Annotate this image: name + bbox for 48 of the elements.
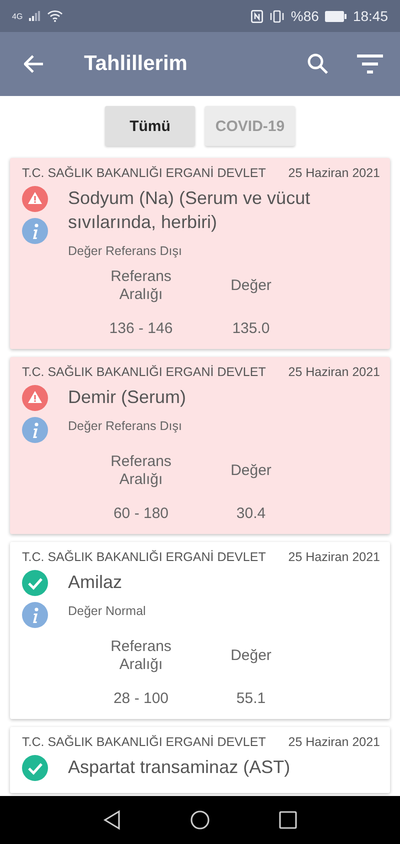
network-type: 4G: [12, 12, 23, 20]
result-status: Değer Referans Dışı: [68, 419, 183, 433]
page-title: Tahlillerim: [84, 52, 188, 76]
result-value: 30.4: [235, 505, 267, 522]
hospital-name: T.C. SAĞLIK BAKANLIĞI ERGANİ DEVLET: [22, 365, 266, 379]
result-status: Değer Normal: [68, 604, 147, 618]
hospital-name: T.C. SAĞLIK BAKANLIĞI ERGANİ DEVLET: [22, 735, 266, 749]
warning-icon: [22, 385, 48, 411]
column-label: Değer: [230, 647, 272, 665]
checkmark-icon: [22, 755, 48, 781]
test-name: Sodyum (Na) (Serum ve vücut sıvılarında, herbiri): [68, 187, 312, 234]
column-label: Referans Aralığı: [110, 453, 172, 489]
battery-icon: [324, 10, 347, 22]
result-date: 25 Haziran 2021: [288, 166, 380, 180]
result-date: 25 Haziran 2021: [288, 365, 380, 379]
test-name: Demir (Serum): [68, 386, 188, 409]
test-name: Aspartat transaminaz (AST): [68, 756, 292, 779]
result-card[interactable]: T.C. SAĞLIK BAKANLIĞI ERGANİ DEVLET 25 Haziran 2021 Aspartat transaminaz (AST): [10, 727, 390, 793]
info-icon[interactable]: [22, 602, 48, 628]
result-status: Değer Referans Dışı: [68, 244, 183, 258]
result-value: 55.1: [235, 690, 267, 707]
battery-percent: %86: [290, 8, 319, 24]
hospital-name: T.C. SAĞLIK BAKANLIĞI ERGANİ DEVLET: [22, 550, 266, 564]
warning-icon: [22, 186, 48, 212]
column-label: Referans Aralığı: [110, 638, 172, 674]
info-icon[interactable]: [22, 417, 48, 443]
hospital-name: T.C. SAĞLIK BAKANLIĞI ERGANİ DEVLET: [22, 166, 266, 180]
test-name: Amilaz: [68, 571, 124, 594]
reference-range: 136 - 146: [108, 320, 174, 337]
column-label: Değer: [230, 277, 272, 295]
signal-icon: [28, 11, 41, 21]
vibrate-icon: [268, 10, 285, 22]
reference-range: 28 - 100: [112, 690, 170, 707]
result-card[interactable]: T.C. SAĞLIK BAKANLIĞI ERGANİ DEVLET 25 Haziran 2021 Amilaz Değer Normal Referans Aralığı Değer 28 - 100 55.1: [10, 542, 390, 719]
result-date: 25 Haziran 2021: [288, 550, 380, 564]
result-date: 25 Haziran 2021: [288, 735, 380, 749]
checkmark-icon: [22, 570, 48, 596]
nfc-icon: [250, 10, 263, 22]
reference-range: 60 - 180: [112, 505, 170, 522]
result-value: 135.0: [231, 320, 271, 337]
column-label: Değer: [230, 462, 272, 480]
column-label: Referans Aralığı: [110, 268, 172, 304]
filter-tab[interactable]: Tümü: [105, 106, 195, 146]
result-card[interactable]: T.C. SAĞLIK BAKANLIĞI ERGANİ DEVLET 25 Haziran 2021 Sodyum (Na) (Serum ve vücut sıvılarında, herbiri) Değer Referans Dışı Referans Aralığı Değer 136 - 146 135.0: [10, 158, 390, 349]
info-icon[interactable]: [22, 218, 48, 244]
wifi-icon: [46, 10, 63, 22]
clock: 18:45: [352, 8, 388, 24]
result-card[interactable]: T.C. SAĞLIK BAKANLIĞI ERGANİ DEVLET 25 Haziran 2021 Demir (Serum) Değer Referans Dışı Referans Aralığı Değer 60 - 180 30.4: [10, 357, 390, 534]
